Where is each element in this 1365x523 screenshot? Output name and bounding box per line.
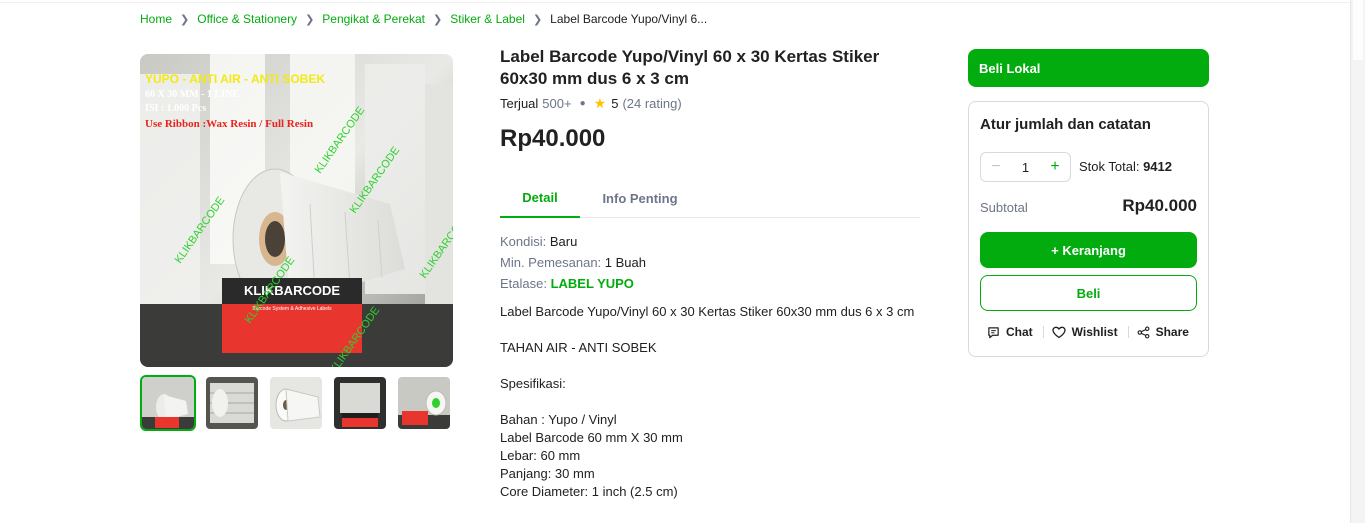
beli-lokal-button[interactable]: Beli Lokal [968, 49, 1209, 87]
action-divider [1127, 326, 1129, 338]
quantity-stepper: − + [980, 152, 1071, 182]
sold-count: 500+ [542, 96, 572, 111]
stock-label: Stok Total: [1079, 159, 1144, 174]
spec-kondisi: Kondisi: Baru [500, 231, 646, 252]
breadcrumb-stiker-label[interactable]: Stiker & Label [450, 12, 525, 26]
thumbnail-strip [140, 375, 452, 431]
subtotal-label: Subtotal [980, 200, 1028, 215]
product-specs: Kondisi: Baru Min. Pemesanan: 1 Buah Eta… [500, 231, 646, 294]
thumbnail-image [398, 377, 450, 429]
secondary-actions: Chat Wishlist Share [987, 325, 1189, 339]
description-line: Lebar: 60 mm [500, 448, 581, 463]
scrollbar-thumb[interactable] [1353, 0, 1363, 60]
stock-info: Stok Total: 9412 [1079, 159, 1172, 174]
rating-value: 5 [611, 96, 619, 111]
plus-icon[interactable]: + [1047, 159, 1063, 175]
image-qty-text: ISI : 1.000 Pcs [145, 103, 206, 114]
breadcrumb-home[interactable]: Home [140, 12, 172, 26]
product-price: Rp40.000 [500, 125, 606, 152]
subtotal-value: Rp40.000 [1122, 196, 1197, 215]
spec-value: 1 Buah [604, 255, 646, 270]
chevron-right-icon: ❯ [180, 13, 190, 26]
wishlist-button[interactable]: Wishlist [1052, 325, 1118, 339]
share-label: Share [1155, 325, 1189, 339]
description-line: Core Diameter: 1 inch (2.5 cm) [500, 484, 678, 499]
description-line: Label Barcode Yupo/Vinyl 60 x 30 Kertas … [500, 304, 915, 319]
star-icon: ★ [593, 95, 607, 111]
top-divider [0, 0, 1350, 3]
breadcrumb-office-stationery[interactable]: Office & Stationery [197, 12, 297, 26]
description-line: Spesifikasi: [500, 376, 566, 391]
rating-count[interactable]: (24 rating) [622, 96, 681, 111]
wishlist-label: Wishlist [1071, 325, 1118, 339]
etalase-link[interactable]: LABEL YUPO [551, 276, 634, 291]
share-icon [1137, 326, 1150, 338]
action-divider [1042, 326, 1044, 338]
spec-min-order: Min. Pemesanan: 1 Buah [500, 252, 646, 273]
buy-button[interactable]: Beli [980, 275, 1197, 311]
image-ribbon-text: Use Ribbon :Wax Resin / Full Resin [145, 118, 313, 130]
thumbnail-image [334, 377, 386, 429]
minus-icon[interactable]: − [988, 159, 1004, 175]
thumbnail-3[interactable] [268, 375, 324, 431]
product-main-image[interactable]: KLIKBARCODE Barcode System & Adhesive La… [140, 54, 453, 367]
spec-label: Kondisi: [500, 234, 550, 249]
heart-icon [1052, 326, 1066, 338]
spec-etalase: Etalase: LABEL YUPO [500, 273, 646, 294]
quantity-input[interactable] [1010, 159, 1041, 175]
breadcrumb: Home ❯ Office & Stationery ❯ Pengikat & … [140, 12, 707, 26]
description-line: Panjang: 30 mm [500, 466, 595, 481]
product-meta: Terjual 500+ ● ★ 5 (24 rating) [500, 95, 682, 112]
spec-label: Etalase: [500, 276, 551, 291]
thumbnail-1[interactable] [140, 375, 196, 431]
chat-icon [988, 326, 999, 338]
spec-value: Baru [549, 234, 578, 249]
description-line: TAHAN AIR - ANTI SOBEK [500, 340, 657, 355]
dot-separator: ● [579, 98, 586, 109]
image-headline: YUPO - ANTI AIR - ANTI SOBEK [145, 72, 325, 86]
spec-label: Min. Pemesanan: [500, 255, 605, 270]
share-button[interactable]: Share [1137, 325, 1189, 339]
breadcrumb-current: Label Barcode Yupo/Vinyl 6... [550, 12, 708, 26]
product-photo: KLIKBARCODE Barcode System & Adhesive La… [140, 54, 453, 367]
add-to-cart-button[interactable]: + Keranjang [980, 232, 1197, 268]
thumbnail-5[interactable] [396, 375, 452, 431]
product-description: Label Barcode Yupo/Vinyl 60 x 30 Kertas … [500, 303, 925, 501]
purchase-card: Atur jumlah dan catatan − + Stok Total: … [968, 101, 1209, 357]
product-tabs: Detail Info Penting [500, 178, 920, 218]
tab-info-penting[interactable]: Info Penting [580, 178, 700, 218]
chevron-right-icon: ❯ [433, 13, 443, 26]
chevron-right-icon: ❯ [305, 13, 315, 26]
chat-label: Chat [1006, 325, 1033, 339]
thumbnail-image [206, 377, 258, 429]
thumbnail-image [270, 377, 322, 429]
stock-value: 9412 [1143, 159, 1172, 174]
page-scrollbar[interactable] [1350, 0, 1365, 523]
tab-detail[interactable]: Detail [500, 178, 580, 218]
thumbnail-image [142, 377, 194, 429]
description-line: Bahan : Yupo / Vinyl [500, 412, 617, 427]
purchase-card-title: Atur jumlah dan catatan [980, 116, 1151, 133]
chevron-right-icon: ❯ [532, 13, 543, 26]
product-title: Label Barcode Yupo/Vinyl 60 x 30 Kertas … [500, 47, 880, 88]
image-size-text: 60 X 30 MM - 1 LINE [145, 89, 239, 100]
sold-label: Terjual [500, 96, 539, 111]
chat-button[interactable]: Chat [987, 325, 1033, 339]
breadcrumb-pengikat-perekat[interactable]: Pengikat & Perekat [322, 12, 425, 26]
description-line: Label Barcode 60 mm X 30 mm [500, 430, 683, 445]
thumbnail-4[interactable] [332, 375, 388, 431]
thumbnail-2[interactable] [204, 375, 260, 431]
